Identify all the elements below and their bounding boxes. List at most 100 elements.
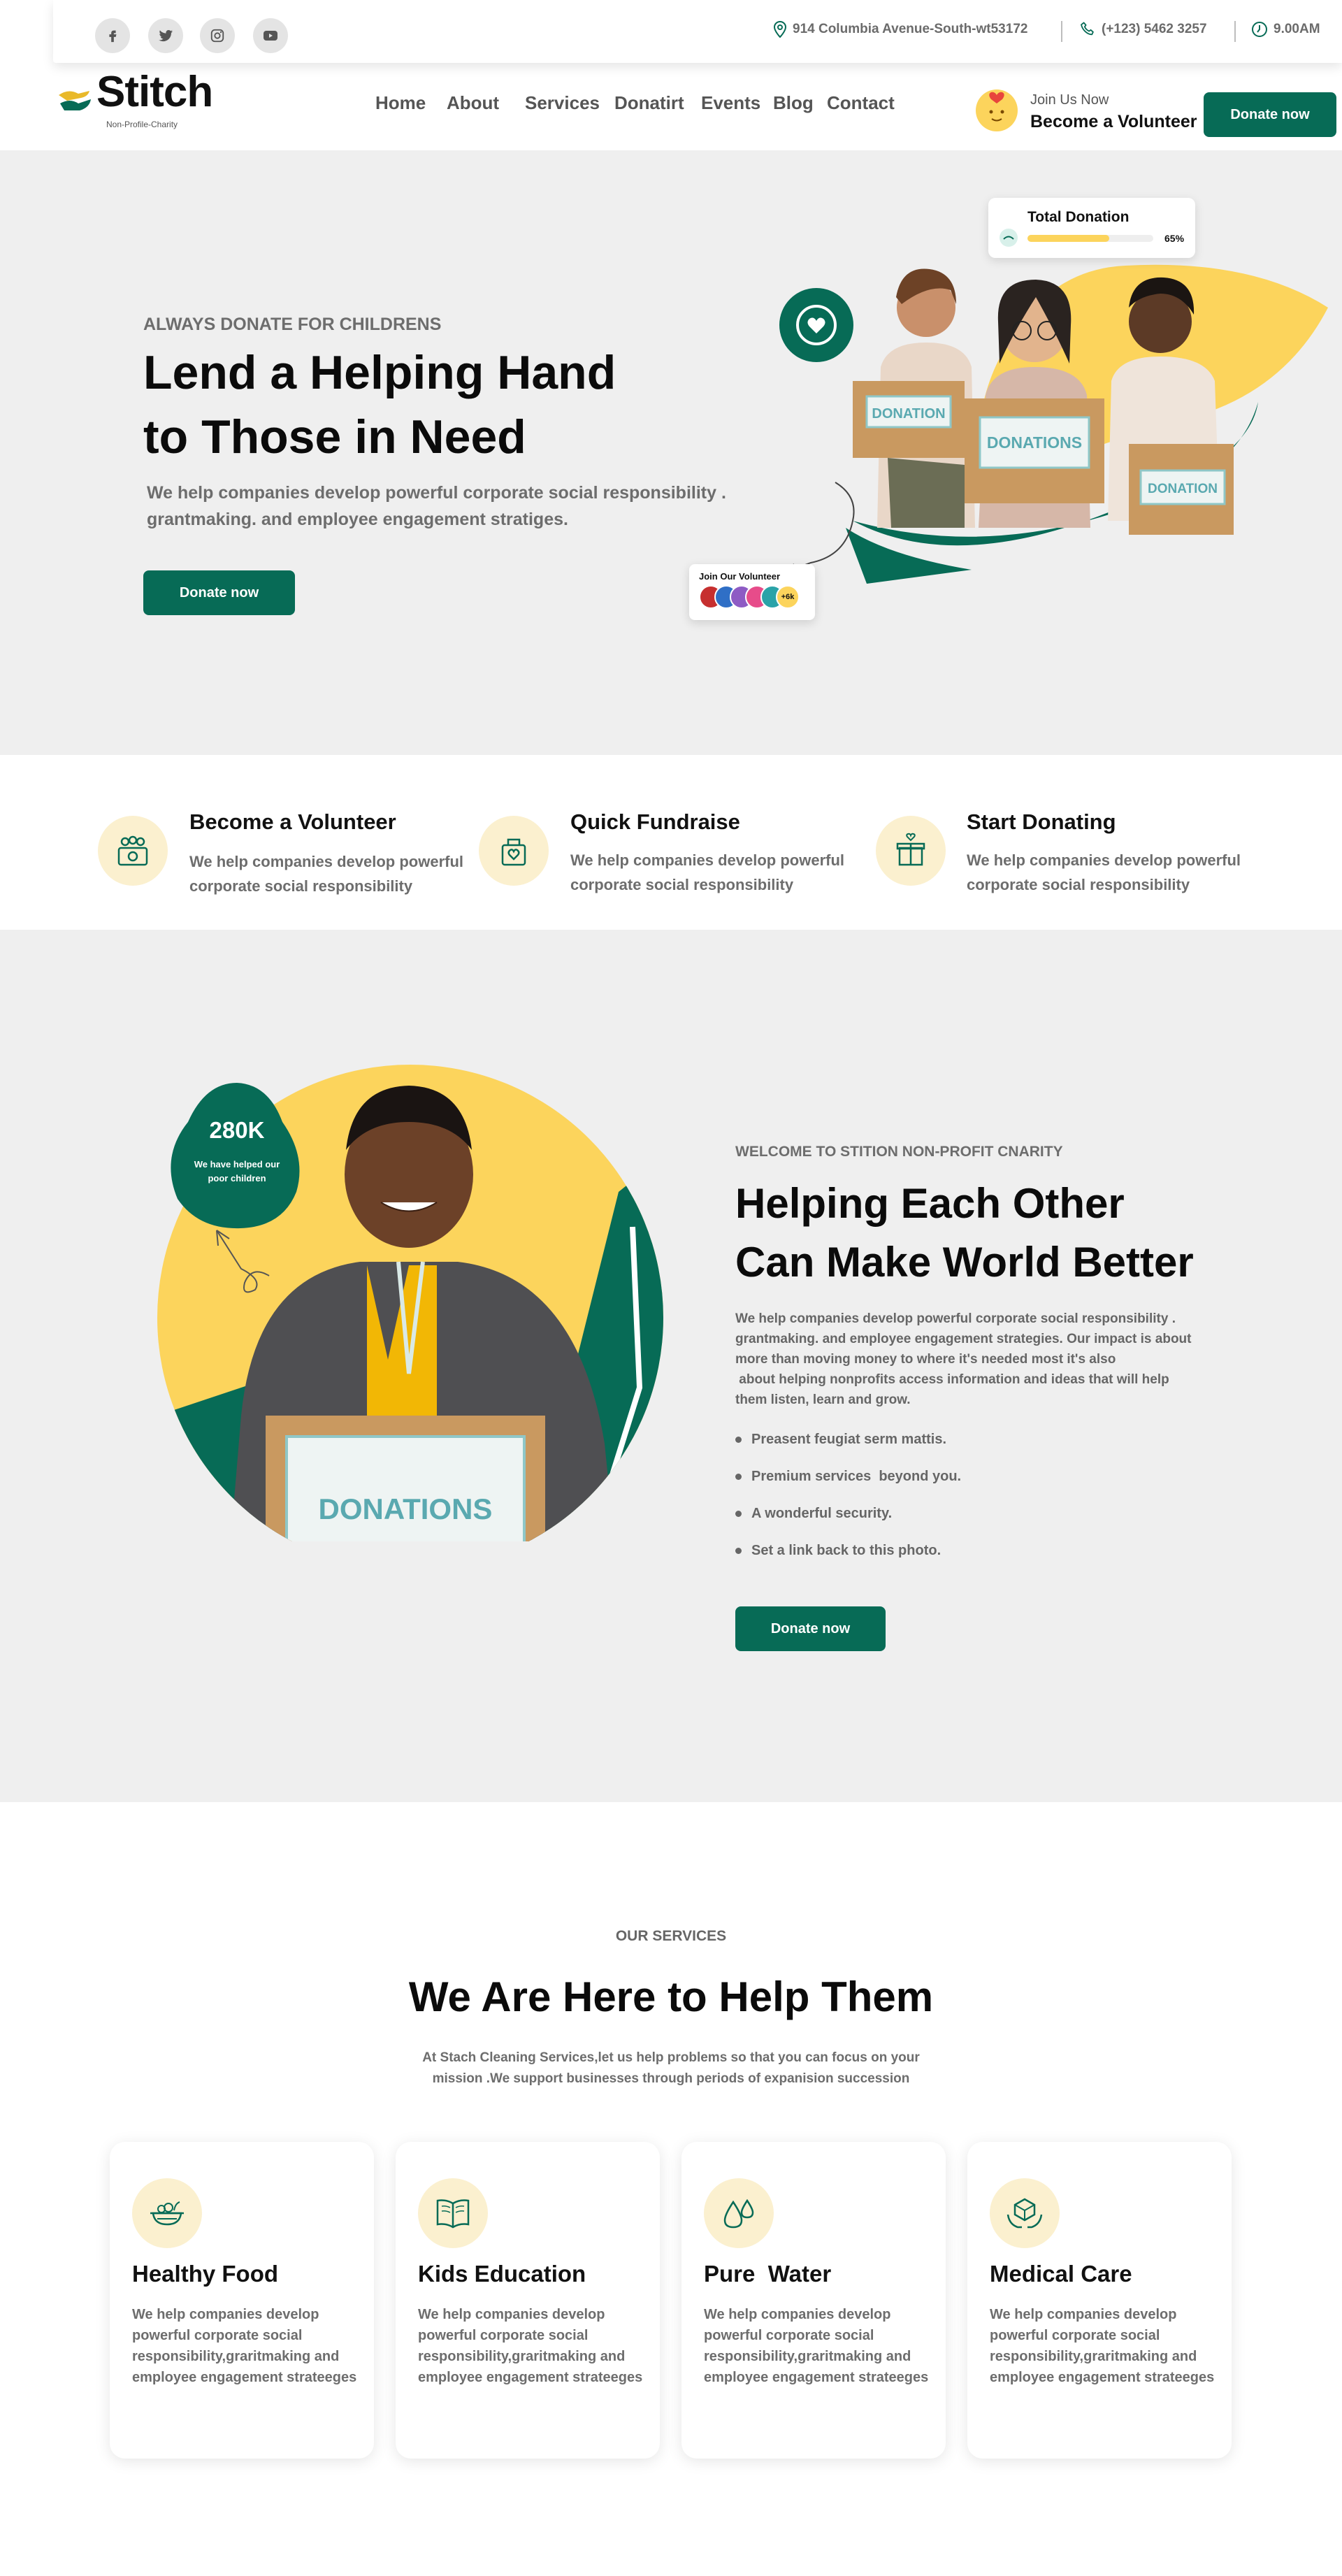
- service-text-line: employee engagement strateeges: [418, 2370, 643, 2385]
- service-text-line: responsibility,graritmaking and: [704, 2349, 911, 2364]
- nav-home[interactable]: Home: [375, 92, 426, 114]
- become-volunteer-link[interactable]: Become a Volunteer: [1030, 112, 1197, 132]
- phone-icon: [1081, 22, 1094, 36]
- feature-title: Become a Volunteer: [189, 810, 396, 834]
- services-subtitle: At Stach Cleaning Services,let us help p…: [0, 2048, 1342, 2089]
- stat-caption-line: poor children: [208, 1173, 266, 1183]
- medical-care-icon: [990, 2178, 1060, 2248]
- address-info: 914 Columbia Avenue-South-wt53172: [773, 21, 1027, 38]
- donation-percent: 65%: [1164, 233, 1185, 244]
- about-box-label: DONATIONS: [319, 1492, 493, 1525]
- nav-contact[interactable]: Contact: [827, 92, 895, 114]
- hero-section: ALWAYS DONATE FOR CHILDRENS Lend a Helpi…: [0, 150, 1342, 755]
- phone-text: (+123) 5462 3257: [1102, 22, 1207, 36]
- location-pin-icon: [773, 21, 787, 38]
- service-card[interactable]: Kids Education We help companies develop…: [396, 2142, 660, 2459]
- service-text: We help companies develop powerful corpo…: [704, 2304, 935, 2388]
- donation-progress-fill: [1027, 235, 1109, 242]
- bullet-dot: [735, 1437, 742, 1443]
- list-item: A wonderful security.: [735, 1506, 892, 1522]
- feature-text-line: We help companies develop powerful: [967, 851, 1241, 869]
- services-subtitle-line: At Stach Cleaning Services,let us help p…: [422, 2050, 920, 2065]
- about-paragraph-line: grantmaking. and employee engagement str…: [735, 1332, 1192, 1346]
- about-paragraph-line: them listen, learn and grow.: [735, 1393, 911, 1407]
- about-title-line2: Can Make World Better: [735, 1239, 1194, 1286]
- about-paragraph-line: We help companies develop powerful corpo…: [735, 1311, 1176, 1326]
- service-text-line: employee engagement strateeges: [704, 2370, 929, 2385]
- volunteer-more-count: +6k: [776, 585, 800, 609]
- top-bar: 914 Columbia Avenue-South-wt53172 (+123)…: [53, 0, 1342, 63]
- phone-info: (+123) 5462 3257: [1079, 21, 1207, 38]
- facebook-icon[interactable]: [95, 18, 130, 53]
- hero-title-line1: Lend a Helping Hand: [143, 346, 616, 399]
- water-drops-icon: [704, 2178, 774, 2248]
- volunteer-group-icon: [98, 816, 168, 886]
- service-card[interactable]: Medical Care We help companies develop p…: [967, 2142, 1232, 2459]
- time-text: 9.00AM: [1274, 22, 1320, 36]
- logo-text[interactable]: Stitch: [96, 67, 213, 117]
- food-bowl-icon: [132, 2178, 202, 2248]
- service-text: We help companies develop powerful corpo…: [132, 2304, 363, 2388]
- list-item: Preasent feugiat serm mattis.: [735, 1432, 946, 1448]
- hero-donate-button[interactable]: Donate now: [143, 570, 295, 615]
- bullet-dot: [735, 1474, 742, 1480]
- service-text-line: We help companies develop: [704, 2307, 891, 2322]
- services-title: We Are Here to Help Them: [408, 1973, 934, 2020]
- clock-icon: [1252, 22, 1267, 37]
- service-title: Medical Care: [990, 2261, 1132, 2287]
- services-subtitle-line: mission .We support businesses through p…: [432, 2071, 910, 2086]
- feature-text-line: corporate social responsibility: [967, 876, 1190, 893]
- bullet-dot: [735, 1548, 742, 1554]
- twitter-icon[interactable]: [148, 18, 183, 53]
- nav-blog[interactable]: Blog: [773, 92, 814, 114]
- hero-title-line2: to Those in Need: [143, 410, 526, 463]
- nav-services[interactable]: Services: [525, 92, 600, 114]
- hero-desc-line2: grantmaking. and employee engagement str…: [147, 510, 568, 529]
- book-icon: [418, 2178, 488, 2248]
- service-text-line: powerful corporate social: [418, 2328, 589, 2343]
- volunteer-emoji-icon: [976, 89, 1018, 131]
- address-text: 914 Columbia Avenue-South-wt53172: [793, 22, 1028, 36]
- about-section: DONATIONS 280K We have helped our poor c…: [0, 930, 1342, 1802]
- bullet-text: Set a link back to this photo.: [751, 1543, 941, 1558]
- list-item: Set a link back to this photo.: [735, 1543, 941, 1559]
- feature-text: We help companies develop powerful corpo…: [570, 848, 864, 897]
- divider: [1234, 21, 1236, 42]
- donation-progress-track: [1027, 235, 1153, 242]
- join-us-label: Join Us Now: [1030, 92, 1109, 108]
- feature-text-line: We help companies develop powerful: [189, 853, 464, 870]
- youtube-icon[interactable]: [253, 18, 288, 53]
- time-info: 9.00AM: [1251, 21, 1320, 38]
- logo-hands-icon[interactable]: [57, 82, 94, 115]
- service-text: We help companies develop powerful corpo…: [418, 2304, 649, 2388]
- box-label: DONATIONS: [987, 433, 1082, 452]
- divider: [1061, 21, 1062, 42]
- service-text-line: employee engagement strateeges: [990, 2370, 1215, 2385]
- fundraise-box-icon: [479, 816, 549, 886]
- service-card[interactable]: Pure Water We help companies develop pow…: [681, 2142, 946, 2459]
- service-title: Healthy Food: [132, 2261, 279, 2287]
- about-paragraph-line: about helping nonprofits access informat…: [735, 1372, 1169, 1387]
- feature-text: We help companies develop powerful corpo…: [967, 848, 1260, 897]
- join-volunteer-card[interactable]: Join Our Volunteer +6k: [689, 564, 815, 620]
- bullet-text: A wonderful security.: [751, 1506, 893, 1521]
- feature-title: Quick Fundraise: [570, 810, 740, 834]
- donation-coin-icon: [1000, 229, 1018, 247]
- feature-text-line: We help companies develop powerful: [570, 851, 845, 869]
- nav-about[interactable]: About: [447, 92, 499, 114]
- about-donate-button[interactable]: Donate now: [735, 1606, 886, 1651]
- service-card[interactable]: Healthy Food We help companies develop p…: [110, 2142, 374, 2459]
- service-text-line: responsibility,graritmaking and: [990, 2349, 1197, 2364]
- instagram-icon[interactable]: [200, 18, 235, 53]
- stat-value: 280K: [209, 1117, 265, 1143]
- list-item: Premium services beyond you.: [735, 1469, 961, 1485]
- bullet-text: Premium services beyond you.: [751, 1469, 962, 1484]
- service-title: Pure Water: [704, 2261, 832, 2287]
- service-text-line: powerful corporate social: [704, 2328, 874, 2343]
- nav-events[interactable]: Events: [701, 92, 760, 114]
- header-donate-button[interactable]: Donate now: [1204, 92, 1336, 137]
- join-volunteer-label: Join Our Volunteer: [699, 571, 781, 582]
- nav-donate[interactable]: Donatirt: [614, 92, 684, 114]
- bullet-text: Preasent feugiat serm mattis.: [751, 1432, 946, 1447]
- about-title-line1: Helping Each Other: [735, 1180, 1125, 1227]
